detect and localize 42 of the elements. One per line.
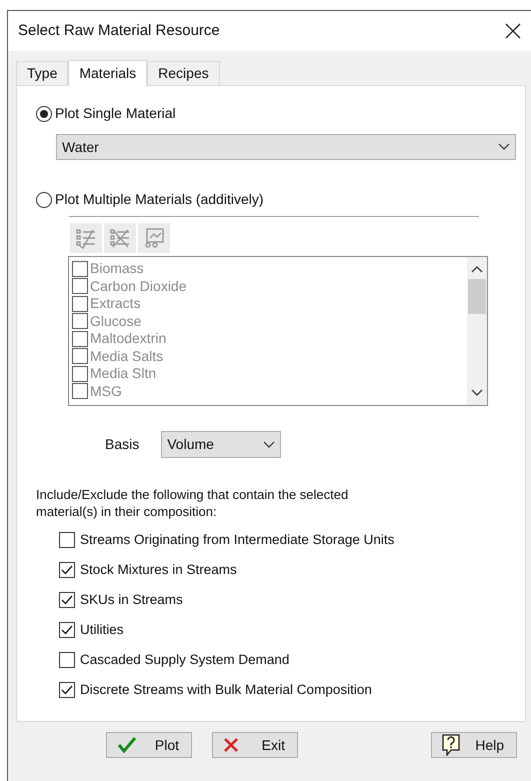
chevron-down-icon [263, 440, 276, 448]
material-label: Maltodextrin [90, 331, 166, 346]
checkbox[interactable] [59, 592, 75, 608]
checkbox[interactable] [59, 532, 75, 548]
checkmark-icon [117, 736, 137, 754]
help-button[interactable]: Help [431, 732, 517, 758]
basis-label: Basis [105, 435, 140, 454]
material-label: MSG [90, 384, 122, 399]
radio-button[interactable] [36, 106, 52, 122]
close-icon[interactable] [505, 23, 521, 39]
checkbox[interactable] [59, 622, 75, 638]
close-icon [223, 737, 239, 753]
option-label: Streams Originating from Intermediate Storage Units [80, 530, 394, 549]
option-label: Cascaded Supply System Demand [80, 650, 290, 669]
exit-button[interactable]: Exit [212, 732, 298, 758]
material-label: Glucose [90, 314, 142, 329]
material-label: Extracts [90, 296, 141, 312]
include-instructions: Include/Exclude the following that contain the selected material(s) in their composition: [36, 486, 350, 520]
material-label: Media Salts [90, 348, 164, 364]
checkbox[interactable] [59, 562, 75, 578]
tab[interactable]: Materials [68, 60, 148, 86]
option-label: Stock Mixtures in Streams [80, 560, 237, 579]
material-label: Media Sltn [90, 366, 156, 382]
option-label: Discrete Streams with Bulk Material Composition [80, 680, 372, 699]
checkbox[interactable] [59, 652, 75, 668]
radio-label: Plot Multiple Materials (additively) [55, 190, 264, 209]
checkbox[interactable] [59, 682, 75, 698]
tab[interactable]: Type [16, 61, 68, 85]
radio-label: Plot Single Material [55, 104, 176, 123]
check-all-icon[interactable] [70, 223, 102, 253]
material-label: Biomass [90, 261, 144, 276]
help-icon [442, 734, 460, 756]
option-label: SKUs in Streams [80, 590, 183, 609]
basis-dropdown[interactable]: Volume [161, 431, 282, 458]
uncheck-all-icon[interactable] [104, 223, 136, 253]
window-title: Select Raw Material Resource [18, 20, 220, 41]
material-dropdown[interactable]: Water [56, 134, 516, 160]
plot-button[interactable]: Plot [106, 732, 192, 758]
material-label: Carbon Dioxide [90, 278, 186, 294]
option-label: Utilities [80, 620, 124, 639]
chevron-down-icon [498, 143, 510, 151]
tab[interactable]: Recipes [147, 61, 220, 85]
